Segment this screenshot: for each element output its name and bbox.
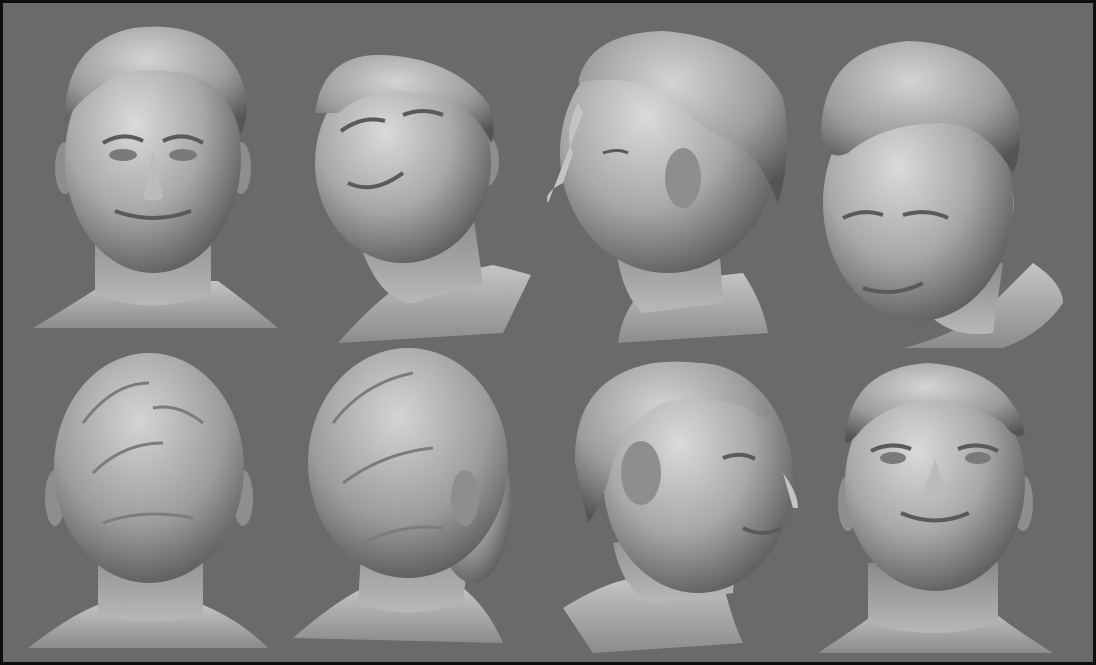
view-profile-left bbox=[547, 31, 787, 343]
sculpt-turnaround-sheet bbox=[28, 26, 1063, 653]
view-three-quarter-right-smile bbox=[563, 361, 798, 653]
view-back bbox=[28, 353, 268, 648]
view-front bbox=[33, 26, 278, 328]
view-back-three-quarter-right bbox=[293, 348, 511, 643]
view-high-angle-three-quarter-right bbox=[821, 41, 1063, 348]
sculpt-sheet-frame bbox=[0, 0, 1096, 665]
view-low-angle-front bbox=[818, 363, 1053, 653]
view-low-angle-three-quarter-left bbox=[315, 54, 531, 343]
